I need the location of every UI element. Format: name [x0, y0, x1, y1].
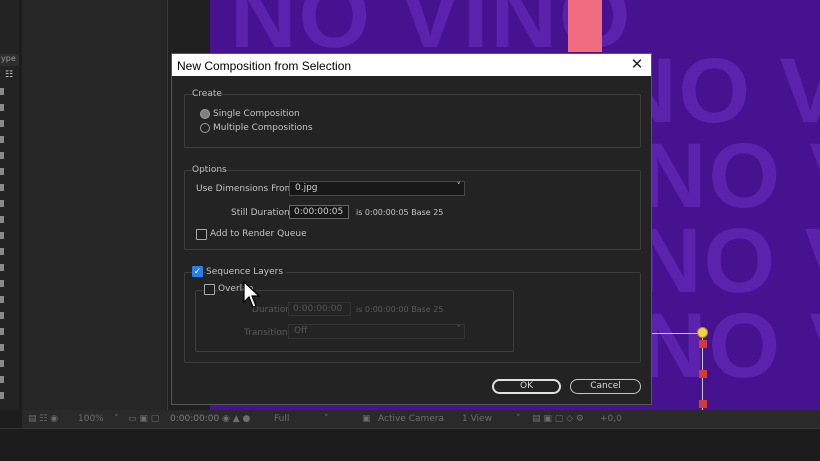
still-duration-label: Still Duration:: [231, 208, 293, 218]
dialog-title-bar: New Composition from Selection ✕: [172, 54, 651, 76]
list-item: [0, 360, 4, 367]
list-item: [0, 184, 4, 191]
list-item: [0, 264, 4, 271]
list-item: [0, 136, 4, 143]
multiple-compositions-radio[interactable]: [200, 123, 210, 133]
chevron-down-icon[interactable]: ˅: [516, 414, 521, 424]
list-item: [0, 152, 4, 159]
transition-label: Transition:: [244, 328, 291, 338]
list-item: [0, 248, 4, 255]
canvas-text: NO VINO: [635, 210, 820, 312]
list-item: [0, 88, 4, 95]
flowchart-icon[interactable]: ☷: [5, 70, 16, 80]
overlap-checkbox[interactable]: [204, 284, 215, 295]
zoom-select[interactable]: 100%: [78, 414, 104, 424]
multiple-compositions-label: Multiple Compositions: [213, 123, 313, 133]
list-item: [0, 168, 4, 175]
anchor-point-handle[interactable]: [697, 327, 708, 338]
duration-info: is 0:00:00:00 Base 25: [356, 305, 444, 314]
ok-button[interactable]: OK: [492, 379, 561, 394]
list-item: [0, 376, 4, 383]
camera-icon[interactable]: ◉ ▲ ●: [222, 414, 250, 424]
region-icon[interactable]: ▣: [362, 414, 371, 424]
canvas-text: NO VINO: [640, 125, 820, 227]
effects-panel: [22, 0, 168, 410]
use-dimensions-label: Use Dimensions From:: [196, 184, 297, 194]
list-item: [0, 344, 4, 351]
keyframe-handle[interactable]: [699, 400, 707, 408]
canvas-text: NO VINO: [640, 295, 820, 397]
still-duration-input[interactable]: 0:00:00:05: [289, 205, 349, 219]
add-render-queue-label: Add to Render Queue: [210, 229, 307, 239]
single-composition-radio[interactable]: [200, 109, 210, 119]
keyframe-handle[interactable]: [699, 370, 707, 378]
keyframe-handle[interactable]: [699, 340, 707, 348]
close-icon[interactable]: ✕: [629, 55, 645, 73]
still-duration-info: is 0:00:00:05 Base 25: [356, 208, 444, 217]
list-item: [0, 216, 4, 223]
sequence-layers-checkbox[interactable]: ✓: [192, 266, 203, 277]
timecode[interactable]: 0:00:00:00: [170, 414, 219, 424]
add-render-queue-checkbox[interactable]: [196, 229, 207, 240]
list-item: [0, 392, 4, 399]
dialog-title: New Composition from Selection: [177, 59, 352, 73]
resolution-select[interactable]: Full: [274, 414, 289, 424]
list-item: [0, 280, 4, 287]
viewer-icons[interactable]: ▭ ▣ ▢: [128, 414, 159, 424]
viewer-toolbar: ▤ ☷ ◉ 100% ˅ ▭ ▣ ▢ 0:00:00:00 ◉ ▲ ● Full…: [22, 410, 820, 428]
cancel-button[interactable]: Cancel: [570, 379, 641, 394]
type-column-header[interactable]: ype: [0, 54, 19, 66]
pink-shape-layer: [568, 0, 602, 52]
list-item: [0, 104, 4, 111]
timeline-panel: [0, 428, 820, 461]
camera-select[interactable]: Active Camera: [378, 414, 444, 424]
single-composition-label: Single Composition: [213, 109, 300, 119]
options-group-label: Options: [192, 165, 227, 175]
chevron-down-icon[interactable]: ˅: [324, 414, 329, 424]
sequence-layers-label: Sequence Layers: [206, 267, 287, 277]
list-item: [0, 312, 4, 319]
duration-input[interactable]: 0:00:00:00: [288, 302, 351, 316]
exposure-value[interactable]: +0,0: [600, 414, 622, 424]
chevron-down-icon: ˅: [456, 325, 462, 335]
mouse-cursor-icon: [243, 281, 261, 308]
list-item: [0, 120, 4, 127]
chevron-down-icon[interactable]: ˅: [114, 414, 119, 424]
view-layout-select[interactable]: 1 View: [462, 414, 492, 424]
new-composition-dialog: New Composition from Selection ✕ Create …: [171, 53, 652, 405]
list-item: [0, 232, 4, 239]
transition-dropdown[interactable]: Off ˅: [288, 324, 465, 339]
use-dimensions-dropdown[interactable]: 0.jpg ˅: [289, 181, 465, 196]
chevron-down-icon: ˅: [456, 182, 462, 192]
transition-value: Off: [294, 326, 308, 336]
project-panel-strip: ype ☷: [0, 0, 19, 410]
list-item: [0, 328, 4, 335]
list-item: [0, 200, 4, 207]
create-group-label: Create: [192, 89, 222, 99]
use-dimensions-value: 0.jpg: [295, 183, 318, 193]
grid-icon[interactable]: ▤ ☷ ◉: [28, 414, 58, 424]
toggle-icons[interactable]: ▤ ▣ ▢ ◇ ⚙: [532, 414, 584, 424]
create-group: [184, 94, 641, 148]
list-item: [0, 296, 4, 303]
